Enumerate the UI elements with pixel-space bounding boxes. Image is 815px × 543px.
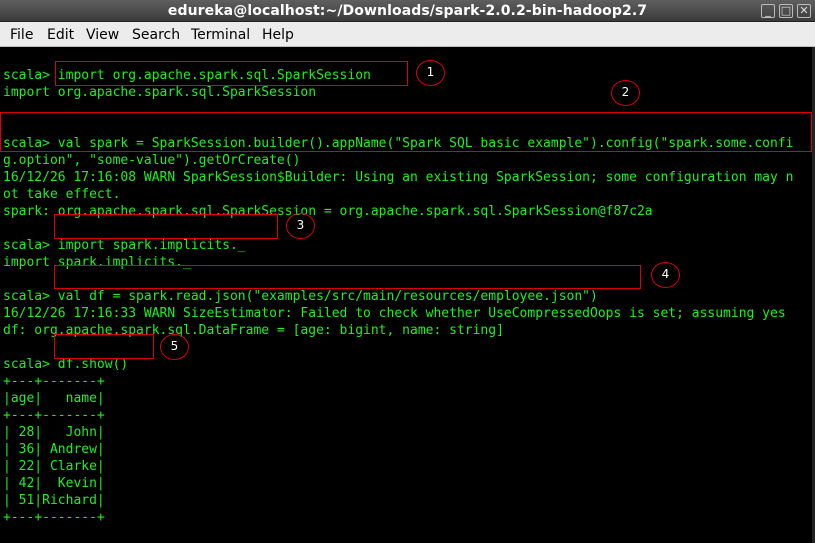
terminal-line: scala> import spark.implicits._ [3, 238, 246, 253]
menu-file[interactable]: File [10, 27, 33, 43]
menu-search[interactable]: Search [132, 27, 180, 43]
close-icon[interactable]: ✕ [797, 4, 811, 18]
minimize-icon[interactable]: _ [761, 4, 775, 18]
menu-terminal[interactable]: Terminal [191, 27, 250, 43]
highlight-box-import-sparksession [55, 61, 408, 86]
highlight-box-df-show [54, 334, 154, 359]
menu-edit[interactable]: Edit [47, 27, 74, 43]
terminal-line: import org.apache.spark.sql.SparkSession [3, 85, 317, 100]
terminal-line: scala> val df = spark.read.json("example… [3, 289, 598, 304]
window-titlebar[interactable]: edureka@localhost:~/Downloads/spark-2.0.… [0, 0, 815, 22]
callout-3: 3 [286, 213, 315, 239]
terminal-line: | 51|Richard| [3, 493, 105, 508]
highlight-box-create-sparksession [0, 112, 812, 152]
terminal-line: ot take effect. [3, 187, 121, 202]
menu-bar: File Edit View Search Terminal Help [0, 22, 815, 47]
menu-view[interactable]: View [86, 27, 119, 43]
menu-help[interactable]: Help [262, 27, 294, 43]
callout-5: 5 [160, 334, 189, 360]
window-title: edureka@localhost:~/Downloads/spark-2.0.… [167, 3, 648, 19]
terminal-line: 16/12/26 17:16:08 WARN SparkSession$Buil… [3, 170, 794, 185]
terminal-line: +---+-------+ [3, 408, 105, 423]
terminal-line: +---+-------+ [3, 374, 105, 389]
callout-1: 1 [416, 60, 445, 86]
terminal-line: |age| name| [3, 391, 105, 406]
terminal-line: 16/12/26 17:16:33 WARN SizeEstimator: Fa… [3, 306, 786, 321]
terminal-line: | 28| John| [3, 425, 105, 440]
highlight-box-read-json [54, 265, 641, 289]
callout-2: 2 [611, 80, 640, 106]
terminal-line: | 22| Clarke| [3, 459, 105, 474]
terminal-line: | 36| Andrew| [3, 442, 105, 457]
highlight-box-import-implicits [54, 214, 278, 239]
callout-4: 4 [651, 262, 680, 288]
maximize-icon[interactable]: □ [779, 4, 793, 18]
terminal-line: g.option", "some-value").getOrCreate() [3, 153, 301, 168]
terminal-line: | 42| Kevin| [3, 476, 105, 491]
terminal-line: +---+-------+ [3, 510, 105, 525]
